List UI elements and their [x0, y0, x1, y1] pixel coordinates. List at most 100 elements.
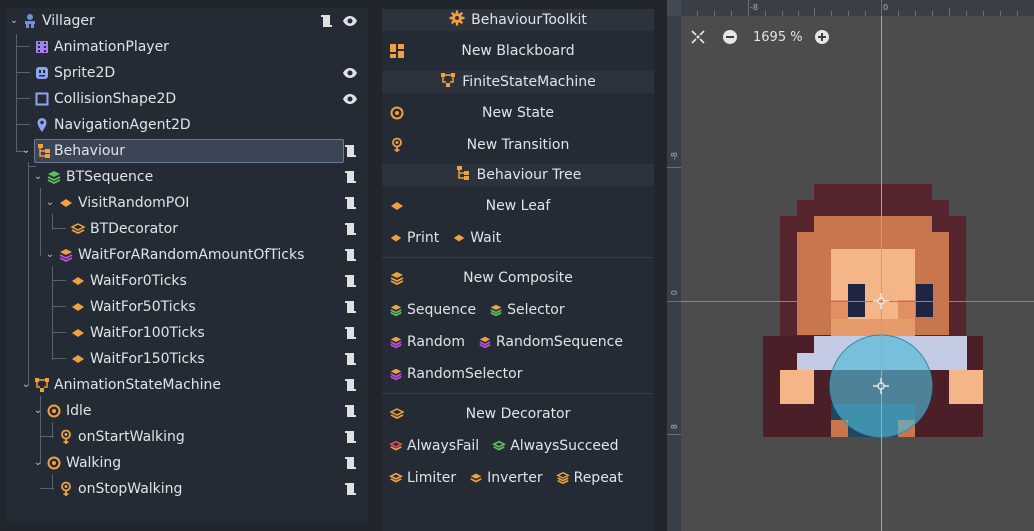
script-icon[interactable] — [342, 455, 358, 471]
script-icon[interactable] — [342, 325, 358, 341]
collapse-arrow-icon[interactable]: ⌄ — [20, 145, 32, 157]
always-succeed-label: AlwaysSucceed — [510, 438, 619, 454]
node-label: Idle — [66, 403, 92, 419]
tree-row-collisionshape2d[interactable]: CollisionShape2D — [6, 86, 368, 112]
repeat-button[interactable]: Repeat — [555, 470, 623, 486]
inverter-button[interactable]: Inverter — [468, 470, 543, 486]
tree-row-onstopwalking[interactable]: onStopWalking — [6, 476, 368, 502]
script-icon[interactable] — [342, 403, 358, 419]
collapse-arrow-icon[interactable]: ⌄ — [32, 405, 44, 417]
visibility-eye-icon[interactable] — [342, 91, 358, 107]
wait-label: Wait — [470, 230, 502, 246]
collapse-arrow-icon[interactable]: ⌄ — [8, 15, 20, 27]
wait-leaf-button[interactable]: Wait — [451, 230, 501, 246]
collapse-arrow-icon[interactable]: ⌄ — [44, 249, 56, 261]
random-selector-label: RandomSelector — [407, 366, 523, 382]
tree-row-onstartwalking[interactable]: onStartWalking — [6, 424, 368, 450]
leaf-icon — [70, 273, 86, 289]
always-succeed-button[interactable]: AlwaysSucceed — [491, 438, 619, 454]
script-icon[interactable] — [342, 429, 358, 445]
ruler-left[interactable]: -8 0 8 — [667, 0, 681, 531]
new-state-button[interactable]: New State — [382, 99, 654, 127]
leaf-icon — [58, 195, 74, 211]
tree-row-animationstatemachine[interactable]: ⌄ AnimationStateMachine — [6, 372, 368, 398]
script-icon[interactable] — [342, 195, 358, 211]
zoom-out-button[interactable] — [721, 28, 739, 46]
script-icon[interactable] — [342, 221, 358, 237]
tree-row-villager[interactable]: ⌄ Villager — [6, 8, 368, 34]
selector-button[interactable]: Selector — [488, 302, 565, 318]
tree-row-btsequence[interactable]: ⌄ BTSequence — [6, 164, 368, 190]
node-label: NavigationAgent2D — [54, 117, 191, 133]
node-label: AnimationPlayer — [54, 39, 169, 55]
collapse-arrow-icon[interactable]: ⌄ — [32, 457, 44, 469]
random-button[interactable]: Random — [388, 334, 465, 350]
ruler-left-label: -8 — [670, 152, 679, 160]
center-view-icon[interactable] — [689, 28, 707, 46]
state-machine-icon — [34, 377, 50, 393]
tree-row-animationplayer[interactable]: AnimationPlayer — [6, 34, 368, 60]
selector-label: Selector — [507, 302, 565, 318]
script-icon[interactable] — [342, 273, 358, 289]
collapse-arrow-icon[interactable]: ⌄ — [44, 197, 56, 209]
tree-row-idle[interactable]: ⌄ Idle — [6, 398, 368, 424]
script-icon[interactable] — [342, 351, 358, 367]
scene-tree-panel: ⌄ Villager AnimationPlayer Sprite2D Coll… — [0, 0, 370, 531]
tree-row-behaviour[interactable]: ⌄ Behaviour — [6, 138, 368, 164]
visibility-eye-icon[interactable] — [342, 65, 358, 81]
composite-chip-row-2: Random RandomSequence — [382, 328, 629, 356]
limiter-button[interactable]: Limiter — [388, 470, 456, 486]
new-transition-button[interactable]: New Transition — [382, 131, 654, 159]
random-selector-button[interactable]: RandomSelector — [388, 366, 522, 382]
print-label: Print — [407, 230, 440, 246]
tree-row-waitforarandomamountofticks[interactable]: ⌄ WaitForARandomAmountOfTicks — [6, 242, 368, 268]
ruler-top[interactable]: -8 0 — [667, 0, 1034, 16]
tree-row-visitrandompoi[interactable]: ⌄ VisitRandomPOI — [6, 190, 368, 216]
collapse-arrow-icon[interactable]: ⌄ — [20, 379, 32, 391]
print-leaf-button[interactable]: Print — [388, 230, 439, 246]
tree-row-sprite2d[interactable]: Sprite2D — [6, 60, 368, 86]
new-composite-button[interactable]: New Composite — [382, 264, 654, 292]
script-icon[interactable] — [342, 247, 358, 263]
canvas-viewport[interactable]: -8 0 -8 0 8 1695 % — [667, 0, 1034, 531]
node-label: WaitFor0Ticks — [90, 273, 187, 289]
state-machine-icon — [440, 72, 456, 92]
inverter-icon — [468, 470, 484, 486]
tree-row-waitfor50ticks[interactable]: WaitFor50Ticks — [6, 294, 368, 320]
zoom-in-button[interactable] — [813, 28, 831, 46]
new-blackboard-button[interactable]: New Blackboard — [382, 37, 654, 65]
random-selector-icon — [388, 366, 404, 382]
script-icon[interactable] — [342, 299, 358, 315]
sequence-button[interactable]: Sequence — [388, 302, 476, 318]
new-leaf-button[interactable]: New Leaf — [382, 192, 654, 220]
leaf-icon — [70, 299, 86, 315]
script-icon[interactable] — [342, 377, 358, 393]
node-label: Villager — [42, 13, 95, 29]
visibility-eye-icon[interactable] — [342, 13, 358, 29]
random-sequence-button[interactable]: RandomSequence — [477, 334, 623, 350]
decorator-chip-row-2: Limiter Inverter Repeat — [382, 464, 629, 492]
script-icon[interactable] — [342, 169, 358, 185]
tree-row-waitfor100ticks[interactable]: WaitFor100Ticks — [6, 320, 368, 346]
zoom-level[interactable]: 1695 % — [753, 30, 803, 45]
ruler-top-label: 0 — [883, 3, 889, 12]
tree-row-waitfor0ticks[interactable]: WaitFor0Ticks — [6, 268, 368, 294]
script-icon[interactable] — [342, 481, 358, 497]
always-fail-button[interactable]: AlwaysFail — [388, 438, 479, 454]
collapse-arrow-icon[interactable]: ⌄ — [32, 171, 44, 183]
tree-row-btdecorator[interactable]: BTDecorator — [6, 216, 368, 242]
new-decorator-button[interactable]: New Decorator — [382, 400, 654, 428]
tree-row-waitfor150ticks[interactable]: WaitFor150Ticks — [6, 346, 368, 372]
limiter-icon — [388, 470, 404, 486]
node-label: CollisionShape2D — [54, 91, 177, 107]
leaf-icon — [451, 230, 467, 246]
tree-row-walking[interactable]: ⌄ Walking — [6, 450, 368, 476]
script-icon[interactable] — [318, 13, 334, 29]
script-icon[interactable] — [342, 143, 358, 159]
node-label: AnimationStateMachine — [54, 377, 222, 393]
new-transition-label: New Transition — [466, 137, 570, 153]
pivot-markers — [873, 293, 889, 394]
fsm-header-label: FiniteStateMachine — [462, 74, 596, 90]
tree-row-navigationagent2d[interactable]: NavigationAgent2D — [6, 112, 368, 138]
pivot-cross-icon — [873, 293, 889, 394]
